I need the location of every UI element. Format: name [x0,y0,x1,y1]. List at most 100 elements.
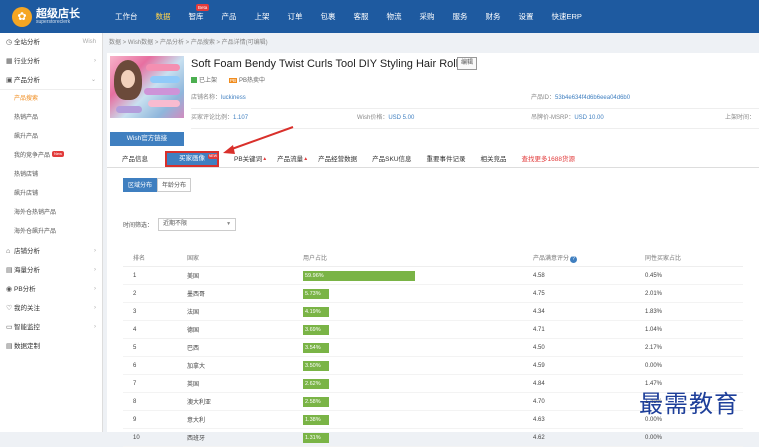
doc-icon: ▤ [6,343,13,350]
sidebar-item-indicator: › [94,324,96,330]
sidebar-subitem[interactable]: 海外仓飙升产品 [0,223,102,242]
help-icon[interactable]: ? [570,255,578,263]
nav-item[interactable]: 上架 [246,0,279,33]
sidebar-item[interactable]: ▤ 数据定制 [0,337,102,356]
table-row: 6 加拿大 3.50% 4.59 0.00% [123,357,743,375]
nav-item[interactable]: 数据 [147,0,180,33]
share-cell: 3.50% [303,360,533,371]
sidebar-item[interactable]: ▤ 海量分析 › [0,261,102,280]
nav-item[interactable]: 物流 [378,0,411,33]
subtab[interactable]: 年龄分布 [157,178,192,192]
nav-item[interactable]: 服务 [444,0,477,33]
sidebar-item-indicator: › [94,58,96,64]
table-row: 2 墨西哥 5.73% 4.75 2.01% [123,285,743,303]
sidebar-item-label: 数据定制 [14,343,40,350]
same-buyer-cell: 1.04% [645,326,663,333]
tab[interactable]: 查找更多1688货源 [522,151,575,168]
share-cell: 4.19% [303,306,533,317]
tab[interactable]: PB关键词 ▲ [234,151,267,168]
beta-badge: Beta [196,4,210,11]
store-link[interactable]: luckiness [221,95,246,101]
nav-item[interactable]: 设置 [510,0,543,33]
app-logo[interactable]: ✿ 超级店长 superstoreclerk [0,6,106,27]
hot-icon: ▲ [262,155,268,162]
clock-icon: ◷ [6,39,13,46]
watermark: 最需教育 [639,390,739,418]
nav-item[interactable]: 智库 Beta [180,0,213,33]
share-cell: 2.62% [303,378,533,389]
sidebar-item-label: 店铺分析 [14,248,40,255]
wish-official-link-button[interactable]: Wish官方链接 [110,132,184,146]
top-nav-bar: ✿ 超级店长 superstoreclerk 工作台 数据 智库 Beta 产品 上架 订单… [0,0,759,33]
distribution-subtabs: 区域分布 年龄分布 [123,178,192,192]
share-cell: 3.54% [303,342,533,353]
new-badge: New [52,151,65,157]
edit-button[interactable]: 编辑 [457,57,478,70]
tab[interactable]: 产品信息 [122,151,148,168]
nav-item[interactable]: 快速ERP [543,0,591,33]
logo-icon: ✿ [12,6,32,27]
share-cell: 1.31% [303,432,533,443]
listing-time-info: 上架时间： [725,115,756,121]
main-content: 数据 > Wish数据 > 产品分析 > 产品搜索 > 产品详情(可编辑) Wi… [104,33,759,447]
sidebar-item-indicator: › [94,286,96,292]
chart-icon: ▤ [6,267,13,274]
shop-icon: ⌂ [6,248,11,255]
sidebar-item[interactable]: ◷ 全站分析 Wish [0,33,102,52]
sidebar-item[interactable]: ◉ PB分析 › [0,280,102,299]
box-icon: ▣ [6,76,13,84]
sidebar-item-indicator: ⌄ [90,76,96,83]
product-id-info: 产品ID：53b4e634f4d6b6eea04d6b0 [531,95,631,101]
same-buyer-cell: 1.83% [645,308,663,315]
sidebar-subitem[interactable]: 飙升产品 [0,128,102,147]
sidebar-subitem[interactable]: 热销产品 [0,109,102,128]
sidebar-subitem[interactable]: 飙升店铺 [0,185,102,204]
pb-icon: ◉ [6,286,13,293]
store-info: 店铺名称：luckiness [191,95,246,101]
sidebar-subitem[interactable]: 海外仓热销产品 [0,204,102,223]
share-bar: 3.50% [303,360,329,371]
sidebar-item-label: PB分析 [14,286,36,293]
tab[interactable]: 买家画像 NEW [165,151,219,167]
product-id-link[interactable]: 53b4e634f4d6b6eea04d6b0 [555,95,630,101]
nav-item[interactable]: 客服 [345,0,378,33]
grid-icon: ▦ [6,58,13,65]
share-bar: 59.96% [303,270,415,281]
tab[interactable]: 相关竞品 [481,151,507,168]
nav-item[interactable]: 包裹 [312,0,345,33]
nav-item[interactable]: 订单 [279,0,312,33]
nav-item[interactable]: 采购 [411,0,444,33]
score-cell: 4.62 [533,434,545,441]
table-row: 1 美国 59.96% 4.58 0.45% [123,267,743,285]
time-filter: 时间筛选： 近期不限 ▼ [123,218,237,231]
subtab[interactable]: 区域分布 [123,178,158,192]
country-cell: 英国 [187,382,200,388]
sidebar-subitem[interactable]: 我的竞争产品 New [0,147,102,166]
share-bar: 3.54% [303,342,329,353]
chevron-down-icon: ▼ [226,221,232,227]
nav-item[interactable]: 产品 [213,0,246,33]
pb-hot-tag: PB PB热卖中 [229,78,266,84]
sidebar-subitem[interactable]: 产品搜索 [0,90,102,109]
sidebar-item[interactable]: ▣ 产品分析 ⌄ [0,71,102,90]
listed-icon [191,77,197,84]
tab[interactable]: 重要事件记录 [427,151,466,168]
tab[interactable]: 产品经营数据 [318,151,357,168]
wish-price-info: Wish价格：USD 5.00 [357,115,415,121]
sidebar-item[interactable]: ♡ 我的关注 › [0,299,102,318]
score-cell: 4.58 [533,272,545,279]
product-image [110,56,184,118]
time-filter-select[interactable]: 近期不限 ▼ [158,218,237,231]
nav-item[interactable]: 财务 [477,0,510,33]
sidebar-item[interactable]: ▦ 行业分析 › [0,52,102,71]
sidebar-item[interactable]: ▭ 智能监控 › [0,318,102,337]
sidebar-subitem[interactable]: 热销店铺 [0,166,102,185]
tab[interactable]: 产品SKU信息 [372,151,411,168]
tab[interactable]: 产品流量 ▲ [277,151,308,168]
product-title: Soft Foam Bendy Twist Curls Tool DIY Sty… [191,58,474,70]
nav-item[interactable]: 工作台 [106,0,147,33]
share-bar: 3.69% [303,324,329,335]
sidebar-item[interactable]: ⌂ 店铺分析 › [0,242,102,261]
score-cell: 4.84 [533,380,545,387]
sidebar-item-indicator: Wish [82,39,96,45]
